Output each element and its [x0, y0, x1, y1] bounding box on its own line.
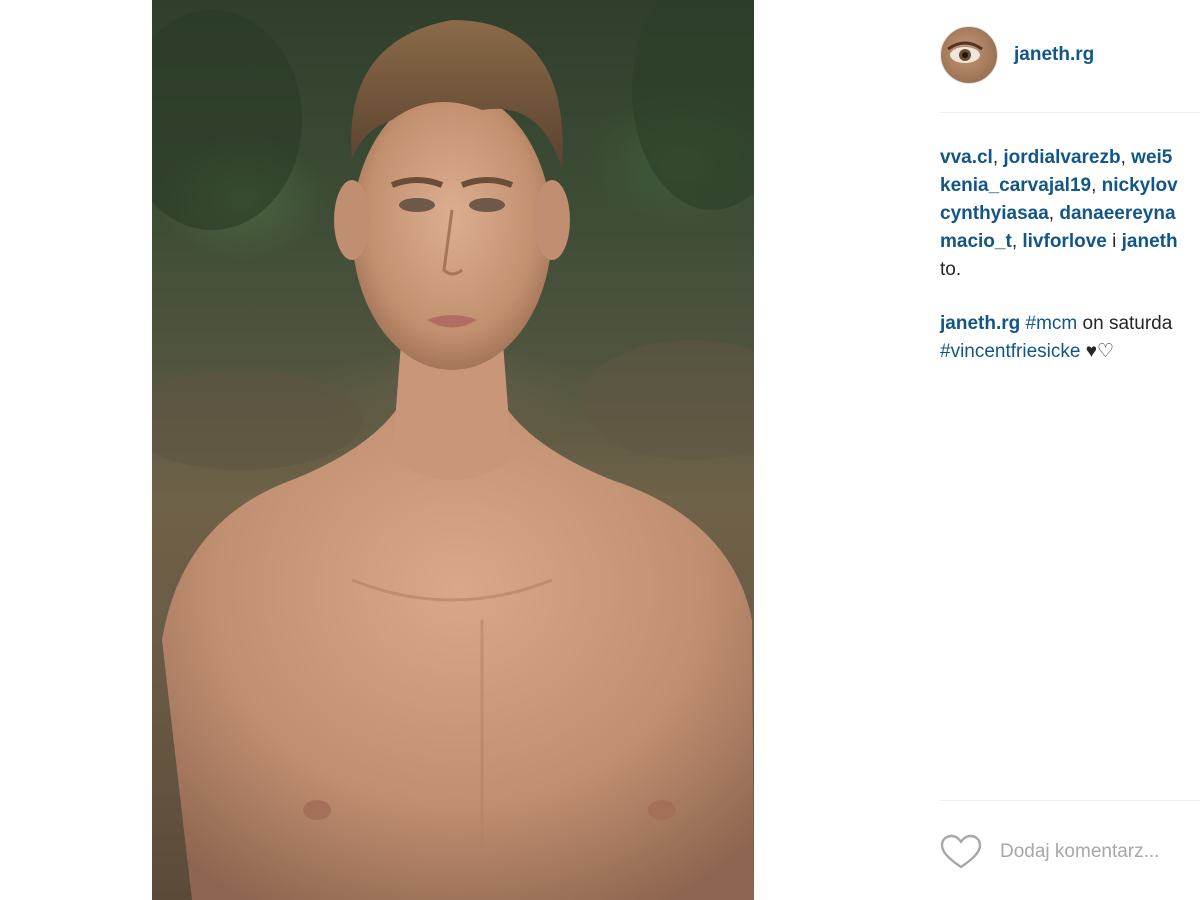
- heart-outline-icon: [940, 834, 982, 869]
- instagram-post-page: janeth.rg vva.cl, jordialvarezb, wei5 ke…: [0, 0, 1200, 900]
- likes-separator: ,: [1048, 203, 1060, 224]
- likes-separator: ,: [1091, 175, 1102, 196]
- liker-link[interactable]: cynthyiasaa: [940, 203, 1049, 224]
- likes-suffix: to.: [940, 259, 962, 280]
- likes-separator: ,: [1011, 231, 1023, 252]
- liker-link[interactable]: vva.cl: [940, 147, 993, 168]
- liker-link[interactable]: danaeereyna: [1059, 203, 1175, 224]
- comment-bar: [940, 828, 1200, 876]
- likes-conjunction: i: [1106, 231, 1122, 252]
- caption-text: ♥♡: [1080, 341, 1115, 362]
- hashtag-link[interactable]: #vincentfriesicke: [940, 341, 1080, 362]
- header-divider: [940, 112, 1200, 113]
- post-header: janeth.rg: [940, 24, 1094, 86]
- eye-avatar-photo: [947, 41, 983, 63]
- liker-link[interactable]: wei5: [1131, 147, 1172, 168]
- post-photo[interactable]: [152, 0, 754, 900]
- liker-link[interactable]: nickylov: [1102, 175, 1178, 196]
- like-button[interactable]: [940, 831, 982, 873]
- shirtless-man-photo: [152, 0, 754, 900]
- likes-section: vva.cl, jordialvarezb, wei5 kenia_carvaj…: [940, 144, 1200, 284]
- liker-link[interactable]: livforlove: [1022, 231, 1106, 252]
- liker-link[interactable]: janeth: [1122, 231, 1178, 252]
- comment-input[interactable]: [1000, 841, 1200, 863]
- likes-separator: ,: [992, 147, 1004, 168]
- author-avatar[interactable]: [940, 26, 998, 84]
- liker-link[interactable]: macio_t: [940, 231, 1012, 252]
- liker-link[interactable]: kenia_carvajal19: [940, 175, 1091, 196]
- post-caption: janeth.rg #mcm on saturda #vincentfriesi…: [940, 310, 1200, 366]
- likes-separator: ,: [1120, 147, 1132, 168]
- hashtag-link[interactable]: #mcm: [1026, 313, 1078, 334]
- liker-link[interactable]: jordialvarezb: [1003, 147, 1120, 168]
- caption-text: on saturda: [1077, 313, 1173, 334]
- caption-author-link[interactable]: janeth.rg: [940, 313, 1020, 334]
- author-username-link[interactable]: janeth.rg: [1014, 44, 1094, 66]
- comments-divider: [940, 800, 1200, 801]
